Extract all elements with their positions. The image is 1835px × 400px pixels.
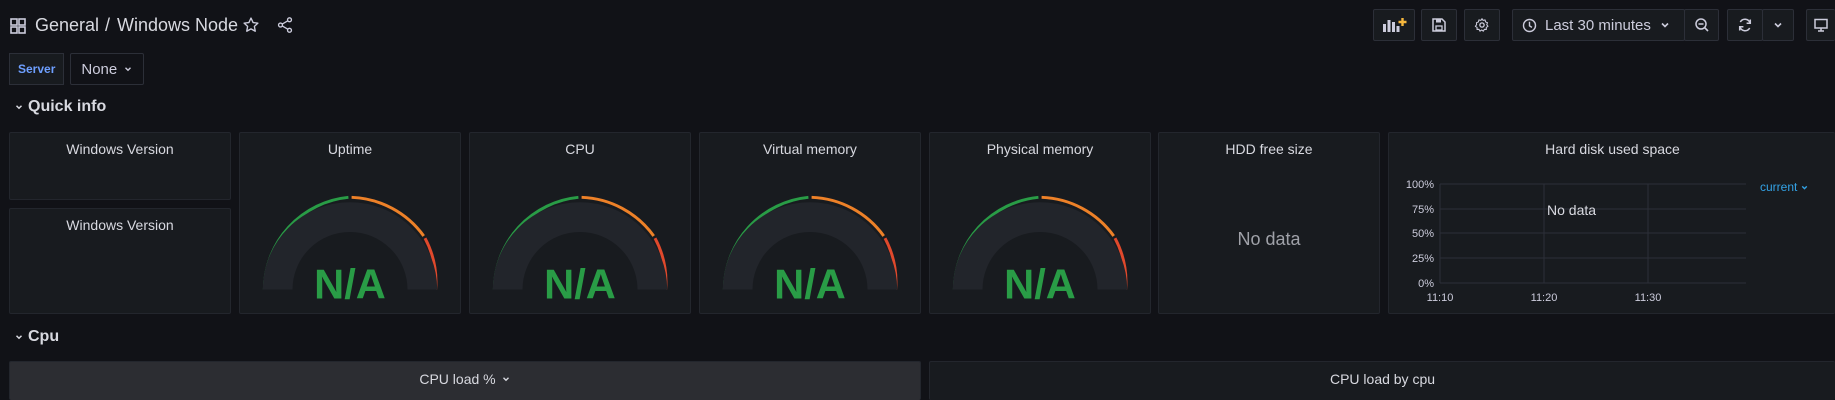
- chevron-down-icon: [15, 105, 23, 110]
- breadcrumb-folder[interactable]: General: [35, 15, 99, 36]
- y-tick-label: 100%: [1406, 179, 1434, 191]
- panel-uptime[interactable]: Uptime N/A: [239, 132, 461, 314]
- panel-virtual-memory[interactable]: Virtual memory N/A: [699, 132, 921, 314]
- gauge-value: N/A: [1004, 260, 1076, 303]
- y-tick-label: 25%: [1412, 253, 1434, 265]
- gauge-physical-memory: N/A: [952, 195, 1128, 303]
- panel-title: CPU: [565, 141, 595, 157]
- gauge-virtual-memory: N/A: [722, 195, 898, 303]
- x-tick-label: 11:10: [1427, 292, 1454, 304]
- panel-title: Physical memory: [986, 141, 1094, 157]
- chevron-down-icon: [125, 67, 132, 72]
- no-data-label: No data: [1547, 202, 1596, 218]
- refresh-interval-dropdown[interactable]: [1762, 9, 1794, 41]
- row-cpu[interactable]: Cpu: [14, 328, 59, 346]
- save-icon: [1432, 18, 1446, 32]
- dashboard-settings-button[interactable]: [1464, 9, 1500, 41]
- y-tick-label: 50%: [1412, 228, 1434, 240]
- share-icon[interactable]: [276, 16, 294, 34]
- panel-title: Windows Version: [66, 217, 174, 233]
- refresh-icon: [1738, 18, 1752, 32]
- no-data-label: No data: [1237, 229, 1301, 249]
- panel-title: CPU load %: [419, 371, 496, 387]
- chevron-down-icon: [502, 377, 509, 382]
- x-tick-label: 11:20: [1531, 292, 1558, 304]
- panel-physical-memory[interactable]: Physical memory N/A: [929, 132, 1151, 314]
- panel-title: Windows Version: [66, 141, 174, 157]
- panel-windows-version-2[interactable]: Windows Version: [9, 208, 231, 314]
- gear-icon: [1474, 18, 1489, 32]
- star-icon[interactable]: [242, 16, 260, 34]
- dashboard-title[interactable]: Windows Node: [117, 15, 238, 36]
- gauge-value: N/A: [314, 260, 386, 303]
- legend-current-label: current: [1760, 180, 1798, 194]
- panel-windows-version-1[interactable]: Windows Version: [9, 132, 231, 200]
- panel-title: Uptime: [327, 141, 373, 157]
- zoom-out-button[interactable]: [1684, 9, 1719, 41]
- panel-cpu-load-by-cpu[interactable]: CPU load by cpu: [929, 361, 1835, 400]
- clock-icon: [1522, 18, 1537, 32]
- monitor-icon: [1814, 18, 1828, 32]
- time-range-label: Last 30 minutes: [1545, 16, 1651, 34]
- graph-hard-disk-used: 100% 75% 50% 25% 0% 11:10 11:20 11:30 No…: [1406, 179, 1746, 304]
- panel-title: CPU load by cpu: [1329, 371, 1436, 387]
- panel-header[interactable]: CPU load %: [10, 371, 920, 387]
- y-tick-label: 0%: [1418, 278, 1434, 290]
- row-title-cpu: Cpu: [28, 328, 60, 345]
- add-panel-button[interactable]: [1373, 9, 1415, 41]
- chevron-down-icon: [1774, 22, 1782, 28]
- chevron-down-icon: [1802, 185, 1808, 190]
- add-panel-icon: [1383, 18, 1407, 32]
- panel-hdd-free-size[interactable]: HDD free size No data: [1158, 132, 1380, 314]
- panel-title: HDD free size: [1225, 141, 1313, 157]
- variable-value-server: None: [81, 60, 118, 78]
- variable-label-server: Server: [9, 53, 65, 85]
- panel-cpu[interactable]: CPU N/A: [469, 132, 691, 314]
- apps-icon[interactable]: [10, 18, 26, 34]
- dashboard-navbar: General / Windows Node Last 30 minutes: [0, 0, 1835, 52]
- row-quick-info[interactable]: Quick info: [14, 98, 106, 116]
- legend-sort-current[interactable]: current: [1760, 180, 1809, 194]
- time-picker-button[interactable]: Last 30 minutes: [1512, 9, 1685, 41]
- row-title-quick-info: Quick info: [28, 98, 107, 115]
- gauge-value: N/A: [774, 260, 846, 303]
- variable-select-server[interactable]: None: [70, 53, 145, 85]
- panel-title: Virtual memory: [763, 141, 857, 157]
- variables-bar: Server None: [9, 53, 145, 85]
- gauge-value: N/A: [544, 260, 616, 303]
- save-dashboard-button[interactable]: [1421, 9, 1457, 41]
- gauge-uptime: N/A: [262, 195, 438, 303]
- breadcrumb-separator: /: [105, 15, 111, 35]
- y-tick-label: 75%: [1412, 204, 1434, 216]
- chevron-down-icon: [1661, 22, 1669, 28]
- panel-cpu-load-percent[interactable]: CPU load %: [9, 361, 921, 400]
- chevron-down-icon: [15, 335, 23, 340]
- x-tick-label: 11:30: [1635, 292, 1662, 304]
- zoom-out-icon: [1694, 18, 1709, 32]
- panel-hard-disk-used-space[interactable]: Hard disk used space 100% 75% 50% 25% 0%…: [1388, 132, 1835, 314]
- gauge-cpu: N/A: [492, 195, 668, 303]
- refresh-button[interactable]: [1727, 9, 1763, 41]
- tv-mode-button[interactable]: [1806, 9, 1835, 41]
